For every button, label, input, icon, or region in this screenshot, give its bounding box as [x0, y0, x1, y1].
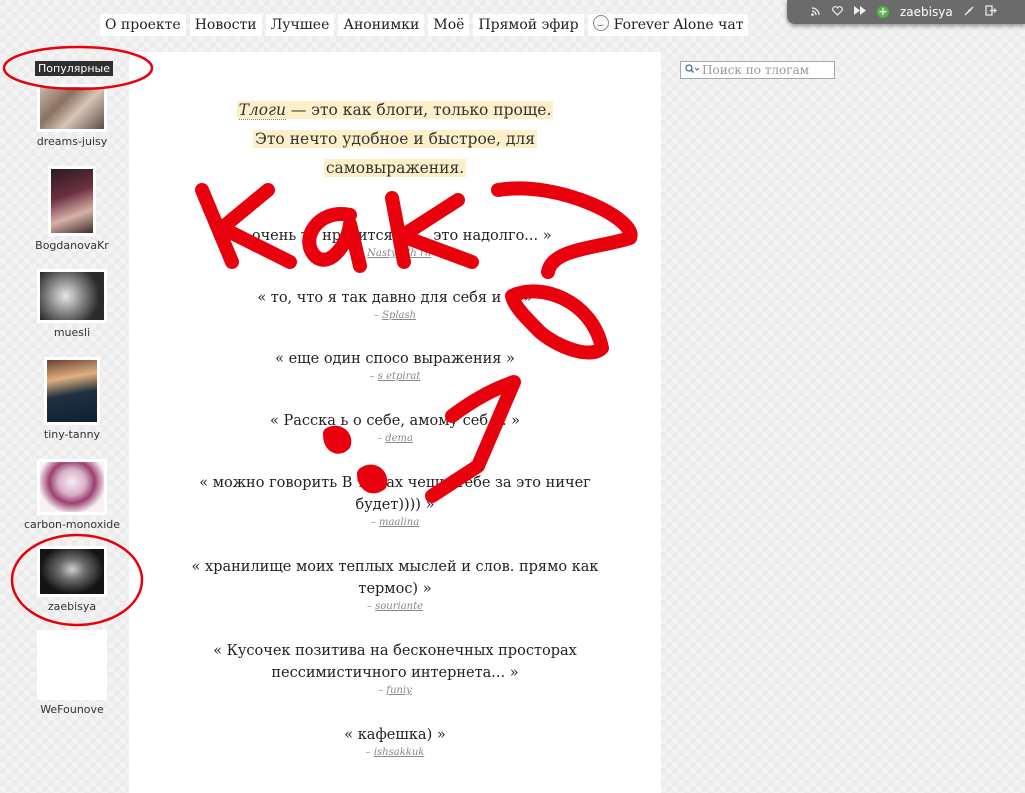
avatar: [37, 630, 107, 700]
avatar: [37, 546, 107, 597]
quote-author: – NastyaCh rn: [358, 248, 432, 259]
popular-user-tiny-tanny[interactable]: tiny-tanny: [20, 357, 124, 441]
quote-author: – souriante: [366, 601, 424, 612]
quote-text: « очень ту нравится. ду , это надолго...…: [238, 228, 552, 244]
quote-item: « очень ту нравится. ду , это надолго...…: [179, 225, 611, 259]
popular-user-name: WeFounove: [40, 703, 104, 716]
nav-news[interactable]: Новости: [189, 14, 262, 36]
popular-user-name: carbon-monoxide: [23, 518, 121, 531]
quote-author-link[interactable]: funiy: [386, 685, 411, 696]
quote-author-link[interactable]: s etpirat: [378, 371, 421, 382]
quote-text: « хранилище моих теплых мыслей и слов. п…: [191, 559, 599, 597]
quote-author-link[interactable]: souriante: [375, 601, 423, 612]
quote-item: « то, что я так давно для себя и а. » – …: [179, 287, 611, 321]
main-content: Тлоги — это как блоги, только проще. Это…: [129, 52, 661, 793]
quote-text: « еще один спосо выражения »: [275, 351, 515, 367]
quote-item: « кафешка) » – ishsakkuk: [179, 724, 611, 758]
current-username[interactable]: zaebisya: [900, 5, 953, 19]
logout-icon[interactable]: [985, 5, 997, 19]
nav-anonymous[interactable]: Анонимки: [338, 14, 425, 36]
quote-author-link[interactable]: Splash: [382, 310, 416, 321]
nav-forever-alone-chat[interactable]: Forever Alone чат: [587, 14, 749, 36]
top-navigation: О проекте Новости Лучшее Анонимки Моё Пр…: [100, 14, 749, 36]
quote-author-link[interactable]: maalina: [379, 517, 419, 528]
popular-user-carbon-monoxide[interactable]: carbon-monoxide: [20, 459, 124, 531]
forever-alone-face-icon: [592, 15, 609, 31]
popular-user-muesli[interactable]: muesli: [20, 269, 124, 339]
popular-user-name: muesli: [53, 326, 91, 339]
quote-author: – s etpirat: [369, 371, 421, 382]
settings-icon[interactable]: [964, 6, 974, 19]
quote-author-link[interactable]: ishsakkuk: [374, 747, 424, 758]
quote-text: « Кусочек позитива на бесконечных просто…: [213, 643, 577, 681]
intro-line3: самовыражения.: [323, 159, 467, 177]
quote-item: « еще один спосо выражения » – s etpirat: [179, 348, 611, 382]
quote-text: « Расска ь о себе, амому себ ... »: [270, 413, 520, 429]
popular-user-name: BogdanovaKr: [35, 239, 109, 252]
quote-text: « кафешка) »: [344, 727, 446, 743]
quote-author: – funiy: [378, 685, 412, 696]
search-input[interactable]: [702, 63, 827, 77]
quote-item: « можно говорить В то зах чешь, тебе за …: [179, 472, 611, 528]
popular-user-dreams-juisy[interactable]: dreams-juisy: [20, 84, 124, 148]
quote-text: « можно говорить В то зах чешь, тебе за …: [199, 475, 591, 513]
quote-author: – Splash: [373, 310, 417, 321]
quote-author: – ishsakkuk: [365, 747, 425, 758]
avatar: [37, 269, 107, 323]
nav-chat-label: Forever Alone чат: [613, 17, 744, 33]
plus-icon[interactable]: +: [877, 6, 889, 18]
popular-user-wefounove[interactable]: WeFounove: [20, 630, 124, 716]
popular-user-name: dreams-juisy: [36, 135, 108, 148]
avatar: [44, 357, 100, 425]
avatar: [37, 84, 107, 132]
popular-user-name: zaebisya: [47, 600, 97, 613]
quote-author: – maalina: [370, 517, 420, 528]
popular-user-name: tiny-tanny: [43, 428, 101, 441]
quote-item: « Кусочек позитива на бесконечных просто…: [179, 640, 611, 696]
heart-icon[interactable]: [832, 5, 843, 19]
forward-icon[interactable]: [854, 6, 866, 18]
search-box: [680, 61, 835, 79]
intro-line1: — это как блоги, только проще.: [285, 101, 552, 119]
popular-user-bogdanovakr[interactable]: BogdanovaKr: [20, 166, 124, 252]
popular-user-zaebisya[interactable]: zaebisya: [20, 546, 124, 613]
quote-item: « хранилище моих теплых мыслей и слов. п…: [179, 556, 611, 612]
quote-item: « Расска ь о себе, амому себ ... » – dem…: [179, 410, 611, 444]
quote-author: – dema: [377, 433, 413, 444]
quote-author-link[interactable]: dema: [385, 433, 413, 444]
nav-live[interactable]: Прямой эфир: [473, 14, 584, 36]
rss-icon[interactable]: [811, 6, 821, 19]
nav-mine[interactable]: Моё: [428, 14, 470, 36]
intro-title[interactable]: Тлоги: [238, 101, 286, 120]
quote-text: « то, что я так давно для себя и а. »: [257, 290, 533, 306]
intro-text: Тлоги — это как блоги, только проще. Это…: [129, 96, 661, 183]
user-toolbar: + zaebisya: [787, 0, 1025, 24]
nav-about[interactable]: О проекте: [100, 14, 186, 36]
nav-best[interactable]: Лучшее: [265, 14, 335, 36]
quote-author-link[interactable]: NastyaCh rn: [367, 248, 431, 259]
intro-line2: Это нечто удобное и быстрое, для: [253, 130, 537, 148]
avatar: [48, 166, 96, 236]
popular-label: Популярные: [35, 61, 113, 76]
search-icon: [685, 63, 700, 77]
avatar: [37, 459, 107, 515]
